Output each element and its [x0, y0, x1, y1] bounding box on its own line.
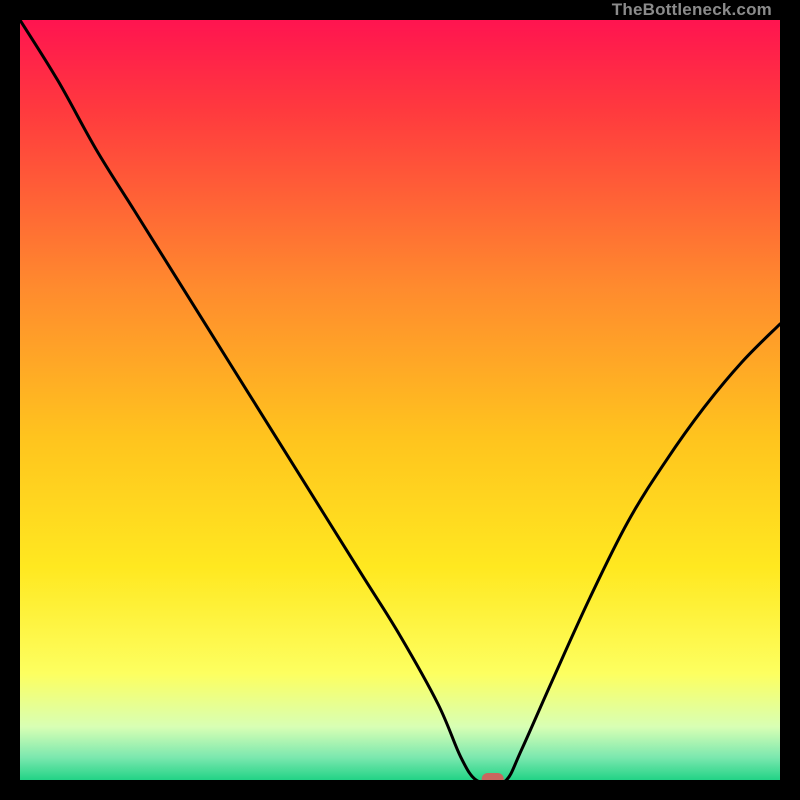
bottleneck-curve-plot	[20, 20, 780, 780]
optimal-point-marker	[482, 773, 504, 780]
gradient-background	[20, 20, 780, 780]
plot-frame	[20, 20, 780, 780]
chart-container: { "watermark": "TheBottleneck.com", "cha…	[0, 0, 800, 800]
watermark-text: TheBottleneck.com	[612, 0, 772, 20]
